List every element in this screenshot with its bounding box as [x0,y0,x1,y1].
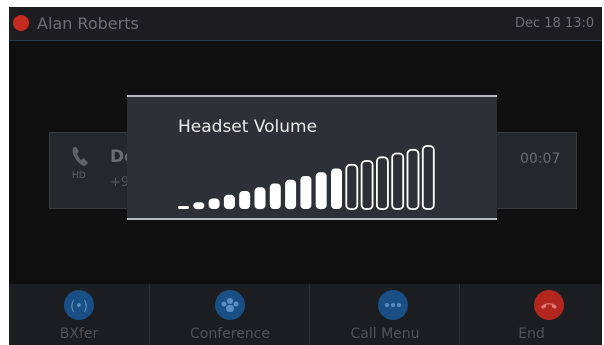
volume-bar-filled [208,198,220,209]
volume-bar-empty [406,148,420,210]
status-bar: Alan Roberts Dec 18 13:0 [9,7,602,41]
status-indicator-icon [13,15,29,31]
volume-level-bars[interactable] [127,97,497,222]
volume-bar-filled [285,179,297,210]
end-call-icon [534,290,564,320]
volume-bar-filled [300,176,312,209]
softkey-label: End [518,326,545,342]
volume-bar-filled [331,168,342,209]
call-duration: 00:07 [520,151,561,167]
conference-icon [215,290,245,320]
volume-bar-filled [223,194,235,210]
svg-text:(•): (•) [70,299,88,314]
hd-phone-icon: HD [70,145,94,181]
volume-bar-empty [345,163,359,211]
svg-text:HD: HD [72,171,86,181]
softkey-label: Call Menu [350,326,420,342]
volume-bar-empty [421,145,435,210]
more-icon [378,290,408,320]
softkey-label: Conference [189,326,270,342]
volume-bar-empty [375,156,389,210]
volume-bar-filled [239,191,251,209]
softkey-bxfer[interactable]: (•) BXfer [9,284,149,345]
volume-bar-empty [391,152,405,210]
volume-bar-filled [269,183,281,209]
volume-bar-filled [315,172,327,210]
volume-bar-filled [178,206,189,209]
softkey-conference[interactable]: Conference [149,284,310,345]
account-name: Alan Roberts [37,14,139,33]
softkey-end[interactable]: End [459,284,602,345]
softkey-label: BXfer [59,326,99,342]
volume-bar-filled [254,187,266,210]
softkey-call-menu[interactable]: Call Menu [309,284,460,345]
date-time: Dec 18 13:0 [515,16,595,31]
volume-bar-empty [360,160,374,210]
headset-volume-popup: Headset Volume [127,95,497,220]
softkey-bar: (•) BXfer Conference Call Menu End [9,284,602,345]
transfer-icon: (•) [64,290,94,320]
volume-bar-filled [193,202,205,210]
